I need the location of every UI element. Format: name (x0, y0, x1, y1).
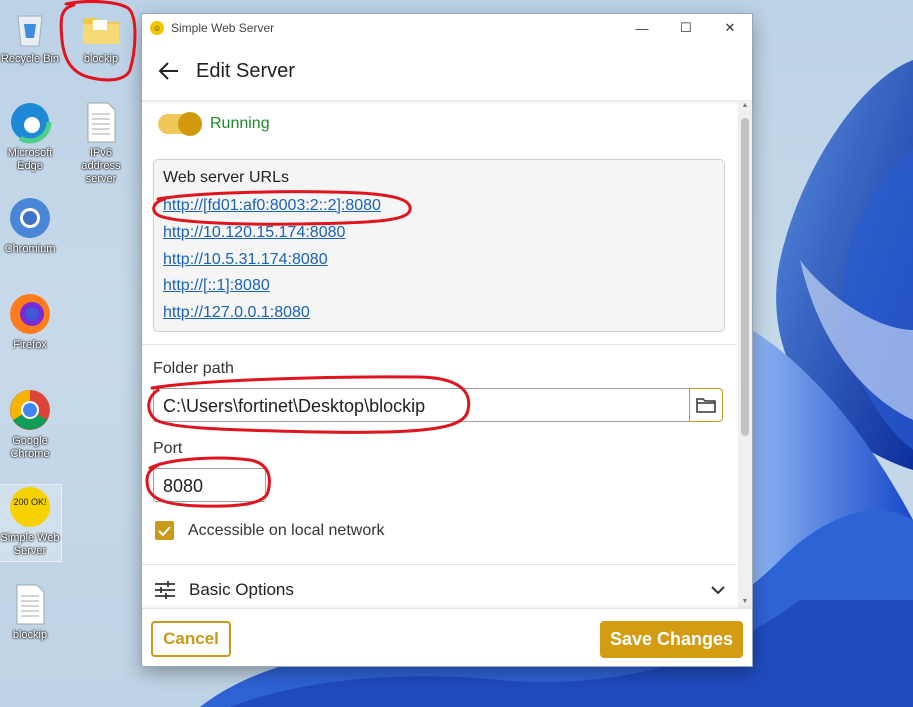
scrollbar[interactable]: ▲ ▼ (738, 100, 752, 608)
scroll-up-arrow-icon[interactable]: ▲ (738, 100, 752, 112)
page-header: Edit Server (142, 42, 752, 101)
url-link[interactable]: http://10.5.31.174:8080 (163, 251, 328, 269)
check-icon (158, 525, 171, 536)
running-toggle[interactable] (158, 112, 202, 136)
url-link[interactable]: http://10.120.15.174:8080 (163, 224, 345, 242)
url-link[interactable]: http://127.0.0.1:8080 (163, 304, 310, 322)
desktop-icon-recycle-bin[interactable]: Recycle Bin (0, 6, 61, 66)
port-input[interactable]: 8080 (153, 468, 266, 502)
app-icon: ☺ (150, 21, 164, 35)
folder-icon (79, 6, 123, 50)
desktop-icon-firefox[interactable]: Firefox (0, 292, 61, 352)
desktop-icon-blockip-folder[interactable]: blockip (70, 6, 132, 66)
folder-path-input[interactable]: C:\Users\fortinet\Desktop\blockip (153, 388, 689, 422)
minimize-button[interactable]: — (620, 14, 664, 42)
basic-options-label: Basic Options (189, 580, 294, 599)
port-label: Port (153, 440, 183, 457)
title-bar[interactable]: ☺ Simple Web Server — ☐ ✕ (142, 14, 752, 42)
local-network-row: Accessible on local network (155, 521, 385, 540)
divider (142, 564, 736, 565)
chrome-icon (8, 388, 52, 432)
running-toggle-row: Running (158, 112, 270, 136)
back-arrow-icon[interactable] (158, 60, 180, 82)
chevron-down-icon (711, 585, 725, 594)
cancel-button[interactable]: Cancel (151, 621, 231, 657)
divider (142, 344, 736, 345)
firefox-icon (8, 292, 52, 336)
local-network-checkbox[interactable] (155, 521, 174, 540)
document-icon (8, 582, 52, 626)
folder-icon (696, 398, 716, 413)
page-title: Edit Server (196, 59, 295, 82)
form-content: Running Web server URLs http://[fd01:af0… (142, 100, 736, 608)
close-button[interactable]: ✕ (708, 14, 752, 42)
save-changes-button[interactable]: Save Changes (600, 621, 743, 658)
url-link[interactable]: http://[fd01:af0:8003:2::2]:8080 (163, 197, 381, 215)
maximize-button[interactable]: ☐ (664, 14, 708, 42)
simple-web-server-icon: 200 OK! (8, 485, 52, 529)
sliders-icon (155, 581, 175, 599)
scroll-down-arrow-icon[interactable]: ▼ (738, 596, 752, 608)
url-link[interactable]: http://[::1]:8080 (163, 277, 270, 295)
browse-folder-button[interactable] (689, 388, 723, 422)
desktop-icon-simple-web-server[interactable]: 200 OK! Simple Web Server (0, 484, 62, 562)
folder-path-label: Folder path (153, 360, 234, 377)
scrollbar-thumb[interactable] (741, 118, 749, 436)
window-title: Simple Web Server (171, 21, 275, 35)
chromium-icon (8, 196, 52, 240)
recycle-bin-icon (8, 6, 52, 50)
url-list-title: Web server URLs (163, 169, 289, 186)
desktop-icon-blockip-file[interactable]: blockip (0, 582, 61, 642)
basic-options-section[interactable]: Basic Options (155, 580, 725, 600)
url-list-panel: Web server URLs http://[fd01:af0:8003:2:… (153, 159, 725, 332)
app-window: ☺ Simple Web Server — ☐ ✕ Edit Server Ru… (142, 14, 752, 666)
footer-bar: Cancel Save Changes (142, 608, 752, 667)
document-icon (79, 100, 123, 144)
desktop-icon-google-chrome[interactable]: Google Chrome (0, 388, 61, 461)
edge-icon (8, 100, 52, 144)
desktop-icon-ipv6-address-server[interactable]: IPv6 address server (70, 100, 132, 186)
desktop-icon-microsoft-edge[interactable]: Microsoft Edge (0, 100, 61, 173)
local-network-label: Accessible on local network (188, 521, 385, 539)
desktop-icon-chromium[interactable]: Chromium (0, 196, 61, 256)
running-label: Running (210, 115, 270, 132)
